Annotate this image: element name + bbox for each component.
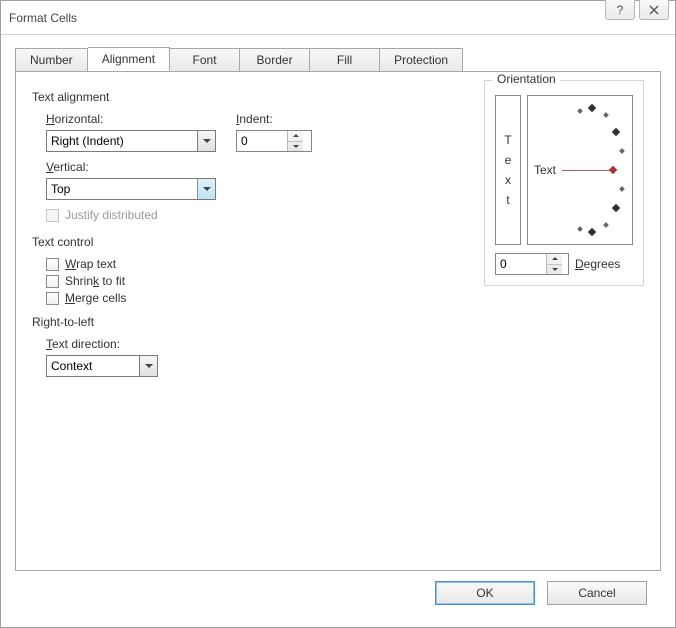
wrap-text-label: Wrap text	[65, 257, 116, 271]
close-icon	[648, 5, 660, 15]
merge-cells-label: Merge cells	[65, 291, 126, 305]
horizontal-label: Horizontal:	[46, 112, 216, 126]
justify-distributed-checkbox	[46, 209, 59, 222]
horizontal-value: Right (Indent)	[51, 134, 124, 148]
titlebar: Format Cells ?	[1, 1, 675, 35]
degrees-down[interactable]	[547, 265, 562, 275]
chevron-up-icon	[552, 257, 558, 260]
tab-number[interactable]: Number	[15, 48, 88, 72]
help-button[interactable]: ?	[605, 0, 635, 20]
vertical-text-button[interactable]: T e x t	[495, 95, 521, 245]
indent-input[interactable]	[237, 131, 287, 151]
tab-border[interactable]: Border	[240, 48, 310, 72]
cancel-button[interactable]: Cancel	[547, 581, 647, 605]
dial-needle	[562, 170, 612, 171]
vertical-combo-button[interactable]	[197, 179, 215, 199]
indent-down[interactable]	[288, 142, 303, 152]
format-cells-dialog: Format Cells ? Number Alignment Font Bor…	[0, 0, 676, 628]
degrees-up[interactable]	[547, 254, 562, 265]
ok-button[interactable]: OK	[435, 581, 535, 605]
svg-text:?: ?	[617, 4, 624, 16]
justify-distributed-label: Justify distributed	[65, 208, 158, 222]
shrink-to-fit-checkbox[interactable]	[46, 275, 59, 288]
text-direction-label: Text direction:	[46, 337, 644, 351]
chevron-down-icon	[552, 268, 558, 271]
indent-label: Indent:	[236, 112, 312, 126]
indent-spinner[interactable]	[236, 130, 312, 152]
help-icon: ?	[615, 4, 625, 16]
window-title: Format Cells	[9, 11, 77, 25]
merge-cells-checkbox[interactable]	[46, 292, 59, 305]
tab-strip: Number Alignment Font Border Fill Protec…	[15, 47, 661, 71]
chevron-down-icon	[293, 145, 299, 148]
orientation-group: Orientation T e x t Text	[484, 80, 644, 286]
tab-font[interactable]: Font	[170, 48, 240, 72]
tab-alignment[interactable]: Alignment	[88, 47, 170, 71]
vertical-combo[interactable]: Top	[46, 178, 216, 200]
degrees-spinner[interactable]	[495, 253, 569, 275]
text-direction-combo-button[interactable]	[139, 356, 157, 376]
alignment-page: Orientation T e x t Text	[15, 71, 661, 571]
chevron-down-icon	[203, 139, 211, 143]
tab-protection[interactable]: Protection	[380, 48, 463, 72]
dial-handle-icon	[609, 166, 617, 174]
wrap-text-checkbox[interactable]	[46, 258, 59, 271]
text-direction-combo[interactable]: Context	[46, 355, 158, 377]
indent-up[interactable]	[288, 131, 303, 142]
rtl-section: Right-to-left	[32, 315, 644, 329]
close-button[interactable]	[639, 0, 669, 20]
chevron-down-icon	[145, 364, 153, 368]
shrink-to-fit-label: Shrink to fit	[65, 274, 125, 288]
horizontal-combo-button[interactable]	[197, 131, 215, 151]
chevron-up-icon	[293, 134, 299, 137]
orientation-legend: Orientation	[493, 72, 560, 86]
tab-fill[interactable]: Fill	[310, 48, 380, 72]
text-direction-value: Context	[51, 359, 92, 373]
vertical-label: Vertical:	[46, 160, 216, 174]
degrees-input[interactable]	[496, 254, 546, 274]
dialog-buttons: OK Cancel	[15, 571, 661, 617]
horizontal-combo[interactable]: Right (Indent)	[46, 130, 216, 152]
vertical-value: Top	[51, 182, 70, 196]
orientation-dial[interactable]: Text	[527, 95, 633, 245]
dial-text-label: Text	[534, 163, 556, 177]
degrees-label: Degrees	[575, 257, 620, 271]
chevron-down-icon	[203, 187, 211, 191]
